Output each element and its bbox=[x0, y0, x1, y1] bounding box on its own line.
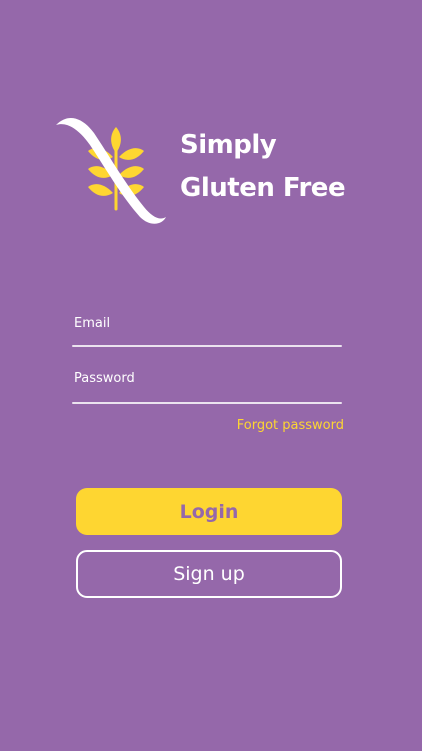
app-title: Simply Gluten Free bbox=[180, 124, 346, 210]
email-underline bbox=[72, 345, 342, 347]
login-button[interactable]: Login bbox=[76, 488, 342, 535]
crossed-wheat-icon bbox=[56, 118, 166, 224]
password-field[interactable]: Password bbox=[72, 371, 346, 404]
password-underline bbox=[72, 402, 342, 404]
app-title-line-1: Simply bbox=[180, 130, 277, 160]
login-screen: Simply Gluten Free Email Password Forgot… bbox=[0, 0, 422, 751]
password-input[interactable] bbox=[72, 371, 346, 397]
signup-button[interactable]: Sign up bbox=[76, 550, 342, 598]
email-field[interactable]: Email bbox=[72, 316, 346, 347]
app-title-line-2: Gluten Free bbox=[180, 173, 346, 203]
forgot-password-link[interactable]: Forgot password bbox=[237, 418, 344, 433]
email-input[interactable] bbox=[72, 316, 346, 342]
